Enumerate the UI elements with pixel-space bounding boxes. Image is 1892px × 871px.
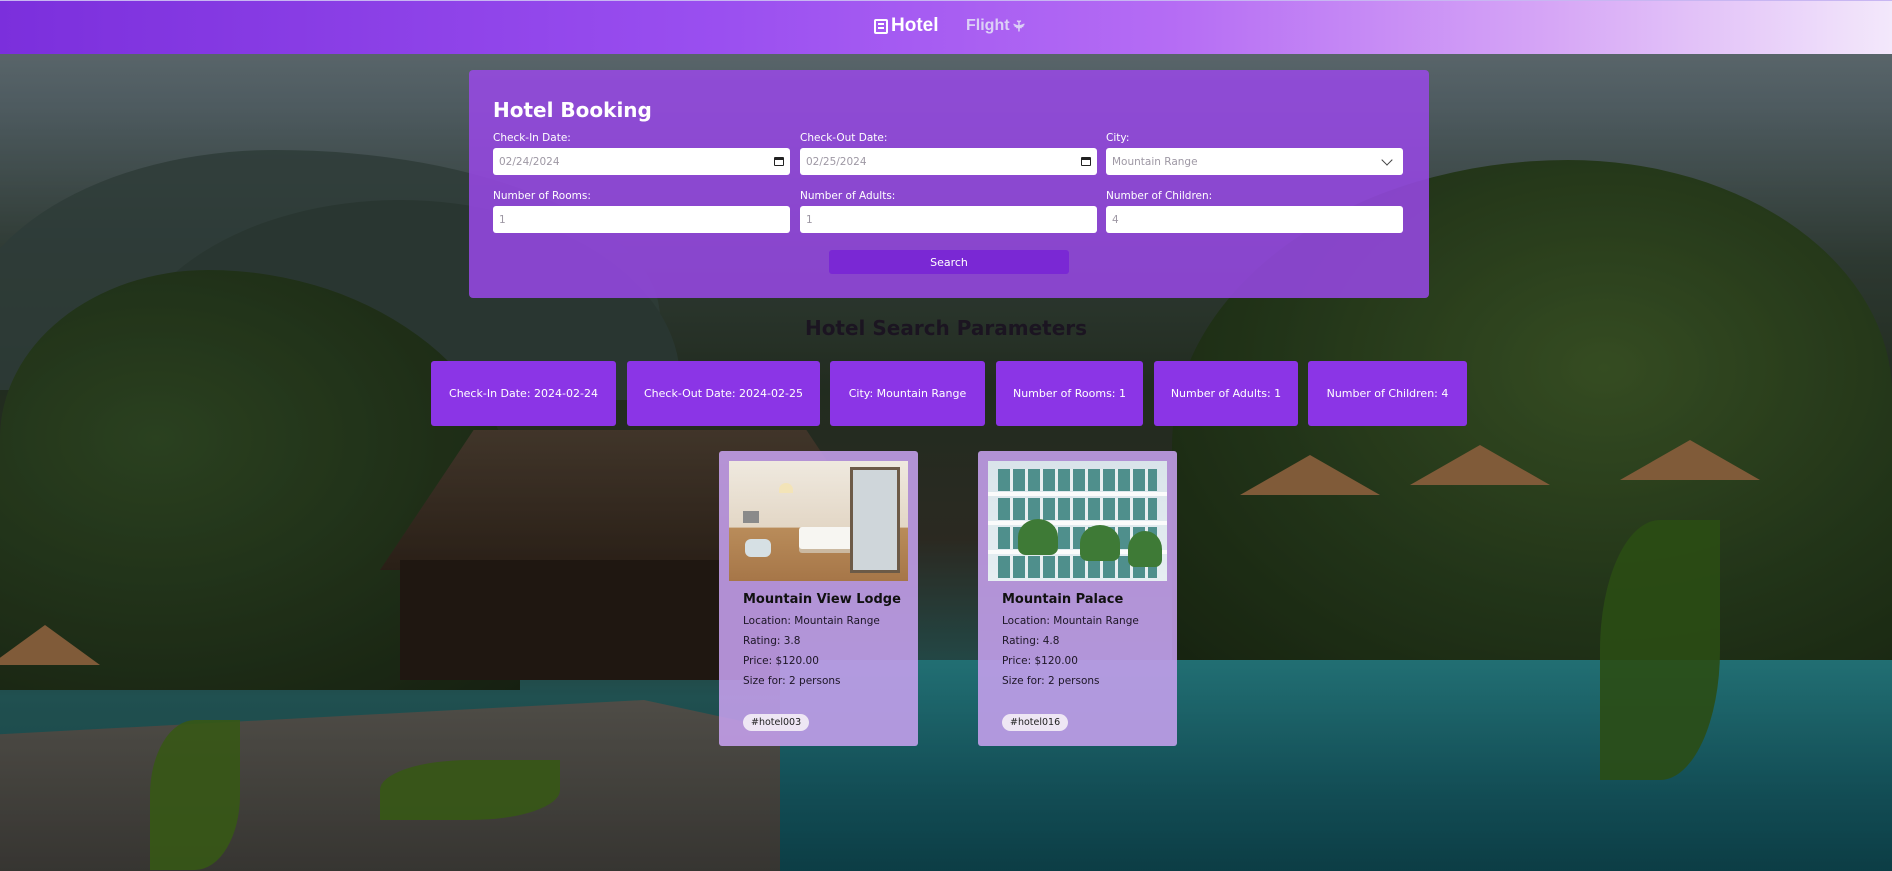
param-adults-chip: Number of Adults: 1 xyxy=(1154,361,1298,426)
checkout-date-input[interactable]: 02/25/2024 xyxy=(800,148,1097,175)
hotel-building-image xyxy=(988,461,1167,581)
hotel-price: Price: $120.00 xyxy=(743,655,819,667)
airplane-icon: ✈ xyxy=(1008,19,1026,33)
city-select[interactable]: Mountain Range xyxy=(1106,148,1403,175)
hotel-location: Location: Mountain Range xyxy=(1002,615,1139,627)
form-title: Hotel Booking xyxy=(493,98,652,122)
building-ledge-shape xyxy=(988,521,1167,525)
checkout-label: Check-Out Date: xyxy=(800,132,888,144)
checkin-date-input[interactable]: 02/24/2024 xyxy=(493,148,790,175)
hotel-name: Mountain View Lodge xyxy=(743,592,901,607)
checkout-value: 02/25/2024 xyxy=(806,155,867,168)
calendar-icon[interactable] xyxy=(1081,157,1091,166)
adults-field: Number of Adults: 1 xyxy=(800,190,1097,233)
window-shape xyxy=(850,467,900,573)
city-value: Mountain Range xyxy=(1112,155,1198,168)
param-rooms-chip: Number of Rooms: 1 xyxy=(996,361,1143,426)
children-field: Number of Children: 4 xyxy=(1106,190,1403,233)
hotel-card[interactable]: Mountain View Lodge Location: Mountain R… xyxy=(719,451,918,746)
param-city-chip: City: Mountain Range xyxy=(830,361,985,426)
hotel-rating: Rating: 3.8 xyxy=(743,635,801,647)
hotel-location: Location: Mountain Range xyxy=(743,615,880,627)
hotel-price: Price: $120.00 xyxy=(1002,655,1078,667)
nav-hotel-label: Hotel xyxy=(891,15,939,36)
hotel-size: Size for: 2 persons xyxy=(743,675,841,687)
chevron-down-icon xyxy=(1381,153,1393,166)
param-checkin-chip: Check-In Date: 2024-02-24 xyxy=(431,361,616,426)
search-button[interactable]: Search xyxy=(829,250,1069,274)
nav-flight-link[interactable]: Flight ✈ xyxy=(966,17,1026,35)
hotel-size: Size for: 2 persons xyxy=(1002,675,1100,687)
checkout-field: Check-Out Date: 02/25/2024 xyxy=(800,132,1097,175)
hotel-booking-form: Hotel Booking Check-In Date: 02/24/2024 … xyxy=(469,70,1429,298)
hotel-rating: Rating: 4.8 xyxy=(1002,635,1060,647)
hotel-room-image xyxy=(729,461,908,581)
hotel-id-tag[interactable]: #hotel003 xyxy=(743,714,810,731)
building-floor-shape xyxy=(998,498,1157,520)
checkin-value: 02/24/2024 xyxy=(499,155,560,168)
palm-tree-shape xyxy=(1080,525,1120,561)
lamp-shape xyxy=(779,483,793,493)
adults-label: Number of Adults: xyxy=(800,190,896,202)
palm-tree-shape xyxy=(1128,531,1162,567)
children-value: 4 xyxy=(1112,213,1119,226)
rooms-label: Number of Rooms: xyxy=(493,190,591,202)
rooms-input[interactable]: 1 xyxy=(493,206,790,233)
hotel-photo xyxy=(988,461,1167,581)
building-floor-shape xyxy=(998,469,1157,491)
building-ledge-shape xyxy=(988,492,1167,496)
city-label: City: xyxy=(1106,132,1130,144)
adults-value: 1 xyxy=(806,213,813,226)
nav-flight-label: Flight xyxy=(966,17,1010,34)
children-input[interactable]: 4 xyxy=(1106,206,1403,233)
children-label: Number of Children: xyxy=(1106,190,1213,202)
city-field: City: Mountain Range xyxy=(1106,132,1403,175)
param-children-chip: Number of Children: 4 xyxy=(1308,361,1467,426)
calendar-icon[interactable] xyxy=(774,157,784,166)
rooms-value: 1 xyxy=(499,213,506,226)
wall-art-shape xyxy=(743,511,759,523)
palm-tree-shape xyxy=(1018,519,1058,555)
rooms-field: Number of Rooms: 1 xyxy=(493,190,790,233)
checkin-field: Check-In Date: 02/24/2024 xyxy=(493,132,790,175)
param-checkout-chip: Check-Out Date: 2024-02-25 xyxy=(627,361,820,426)
checkin-label: Check-In Date: xyxy=(493,132,571,144)
chair-shape xyxy=(745,539,771,557)
hotel-card[interactable]: Mountain Palace Location: Mountain Range… xyxy=(978,451,1177,746)
hotel-photo xyxy=(729,461,908,581)
hotel-id-tag[interactable]: #hotel016 xyxy=(1002,714,1069,731)
hotel-icon xyxy=(874,18,888,34)
hotel-name: Mountain Palace xyxy=(1002,592,1124,607)
nav-hotel-link[interactable]: Hotel xyxy=(874,15,939,37)
search-parameters-title: Hotel Search Parameters xyxy=(804,316,1088,340)
adults-input[interactable]: 1 xyxy=(800,206,1097,233)
top-navbar: Hotel Flight ✈ xyxy=(0,0,1892,54)
